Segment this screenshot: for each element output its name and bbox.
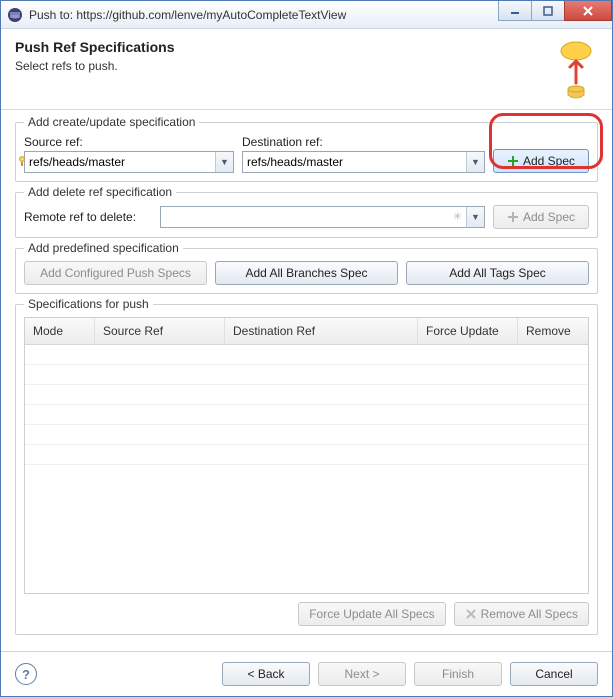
table-header: Mode Source Ref Destination Ref Force Up…: [25, 318, 588, 345]
group-delete-ref: Add delete ref specification Remote ref …: [15, 192, 598, 238]
remote-ref-input[interactable]: [161, 207, 466, 227]
page-subtitle: Select refs to push.: [15, 59, 554, 73]
destination-ref-input[interactable]: [243, 152, 466, 172]
table-row: [25, 345, 588, 365]
source-ref-combo[interactable]: ▼: [24, 151, 234, 173]
remote-ref-label: Remote ref to delete:: [24, 210, 152, 224]
col-force-update[interactable]: Force Update: [418, 318, 518, 344]
minimize-icon: [510, 6, 520, 16]
plus-icon: [507, 211, 519, 223]
clear-icon[interactable]: ✳: [453, 210, 462, 223]
wizard-footer: ? < Back Next > Finish Cancel: [1, 651, 612, 696]
back-button[interactable]: < Back: [222, 662, 310, 686]
table-row: [25, 385, 588, 405]
add-all-tags-button[interactable]: Add All Tags Spec: [406, 261, 589, 285]
close-button[interactable]: [564, 1, 612, 21]
source-ref-input[interactable]: [25, 152, 215, 172]
content-area: Add create/update specification Source r…: [1, 110, 612, 651]
table-body: [25, 345, 588, 593]
help-icon: ?: [22, 667, 30, 682]
remote-ref-combo[interactable]: ✳ ▼: [160, 206, 485, 228]
maximize-icon: [543, 6, 553, 16]
chevron-down-icon[interactable]: ▼: [466, 207, 484, 227]
close-icon: [582, 6, 594, 16]
push-graphic: [554, 39, 598, 99]
remove-icon: [465, 608, 477, 620]
wizard-header: Push Ref Specifications Select refs to p…: [1, 29, 612, 110]
add-delete-spec-button: Add Spec: [493, 205, 589, 229]
table-row: [25, 445, 588, 465]
add-spec-label: Add Spec: [523, 154, 575, 168]
finish-button: Finish: [414, 662, 502, 686]
add-all-branches-button[interactable]: Add All Branches Spec: [215, 261, 398, 285]
add-delete-spec-label: Add Spec: [523, 210, 575, 224]
destination-ref-label: Destination ref:: [242, 135, 485, 149]
group-predefined-title: Add predefined specification: [24, 241, 183, 255]
add-configured-button: Add Configured Push Specs: [24, 261, 207, 285]
group-create-title: Add create/update specification: [24, 115, 199, 129]
specs-table[interactable]: Mode Source Ref Destination Ref Force Up…: [24, 317, 589, 594]
force-update-all-button: Force Update All Specs: [298, 602, 445, 626]
eclipse-icon: [7, 7, 23, 23]
destination-ref-combo[interactable]: ▼: [242, 151, 485, 173]
maximize-button[interactable]: [531, 1, 565, 21]
cancel-button[interactable]: Cancel: [510, 662, 598, 686]
col-source-ref[interactable]: Source Ref: [95, 318, 225, 344]
minimize-button[interactable]: [498, 1, 532, 21]
group-delete-title: Add delete ref specification: [24, 185, 176, 199]
next-button: Next >: [318, 662, 406, 686]
window-title: Push to: https://github.com/lenve/myAuto…: [29, 8, 499, 22]
window-controls: [499, 1, 612, 28]
assist-bulb-icon: [19, 156, 25, 168]
group-predefined: Add predefined specification Add Configu…: [15, 248, 598, 294]
table-row: [25, 405, 588, 425]
col-remove[interactable]: Remove: [518, 318, 588, 344]
title-bar[interactable]: Push to: https://github.com/lenve/myAuto…: [1, 1, 612, 29]
group-specs: Specifications for push Mode Source Ref …: [15, 304, 598, 635]
source-ref-label: Source ref:: [24, 135, 234, 149]
plus-icon: [507, 155, 519, 167]
group-specs-title: Specifications for push: [24, 297, 153, 311]
col-dest-ref[interactable]: Destination Ref: [225, 318, 418, 344]
page-title: Push Ref Specifications: [15, 39, 554, 55]
dialog-window: Push to: https://github.com/lenve/myAuto…: [0, 0, 613, 697]
table-row: [25, 425, 588, 445]
col-mode[interactable]: Mode: [25, 318, 95, 344]
remove-all-button: Remove All Specs: [454, 602, 589, 626]
table-row: [25, 365, 588, 385]
chevron-down-icon[interactable]: ▼: [215, 152, 233, 172]
group-create-update: Add create/update specification Source r…: [15, 122, 598, 182]
chevron-down-icon[interactable]: ▼: [466, 152, 484, 172]
help-button[interactable]: ?: [15, 663, 37, 685]
remove-all-label: Remove All Specs: [481, 607, 578, 621]
add-spec-button[interactable]: Add Spec: [493, 149, 589, 173]
